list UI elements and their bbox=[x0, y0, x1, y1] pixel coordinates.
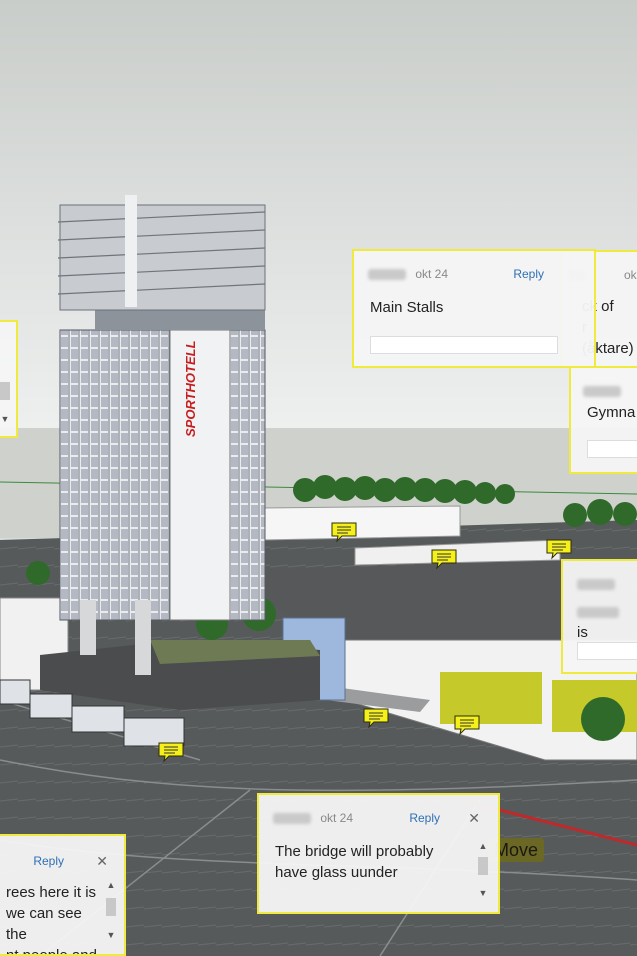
chevron-up-icon[interactable]: ▲ bbox=[476, 841, 490, 851]
reply-link[interactable]: Reply bbox=[33, 854, 64, 868]
reply-input[interactable] bbox=[370, 336, 558, 354]
speech-bubble-icon[interactable] bbox=[330, 521, 358, 543]
comment-scrollbar[interactable]: ▲ ▼ bbox=[104, 880, 118, 940]
comment-date: okt 24 bbox=[320, 811, 354, 825]
scroll-thumb[interactable] bbox=[0, 382, 10, 400]
comment-text-line: The bridge will probably bbox=[275, 843, 434, 860]
reply-link[interactable]: Reply bbox=[513, 267, 544, 281]
white-building bbox=[261, 505, 461, 541]
comment-text-line: nt people and bbox=[6, 947, 97, 956]
comment-header: ok bbox=[577, 577, 637, 593]
chevron-down-icon[interactable]: ▼ bbox=[0, 414, 12, 424]
comment-scrollbar[interactable]: ▼ bbox=[0, 352, 12, 424]
mention-blurred bbox=[577, 606, 619, 618]
comment-body: Main Stalls bbox=[370, 299, 444, 316]
reply-input[interactable] bbox=[577, 642, 637, 660]
comment-card-main-stalls[interactable]: okt 24 Reply Main Stalls bbox=[352, 249, 596, 368]
comment-card-gymnasium[interactable]: okt Gymna bbox=[569, 366, 637, 474]
speech-bubble-icon[interactable] bbox=[545, 538, 573, 560]
comment-card-left-partial[interactable]: ▼ bbox=[0, 320, 18, 438]
author-name-blurred bbox=[577, 579, 615, 591]
reply-input[interactable] bbox=[587, 440, 637, 458]
comment-header: okt 24 Reply ✕ bbox=[273, 810, 488, 827]
comment-header: Reply ✕ bbox=[12, 852, 114, 870]
hotel-sign: SPORTHOTELL bbox=[183, 340, 198, 437]
close-icon[interactable]: ✕ bbox=[468, 810, 480, 827]
author-name-blurred bbox=[273, 813, 311, 825]
speech-bubble-icon[interactable] bbox=[362, 707, 390, 729]
tower-core bbox=[169, 329, 231, 621]
scroll-thumb[interactable] bbox=[478, 857, 488, 875]
author-name-blurred bbox=[368, 269, 406, 281]
comment-date: okt 24 bbox=[415, 267, 449, 281]
comment-card-bridge[interactable]: okt 24 Reply ✕ The bridge will probably … bbox=[257, 793, 500, 914]
speech-bubble-icon[interactable] bbox=[157, 741, 185, 763]
comment-header: okt 24 Reply bbox=[368, 267, 584, 283]
speech-bubble-icon[interactable] bbox=[430, 548, 458, 570]
tower-pilotis-2 bbox=[135, 600, 151, 675]
tower-shaft bbox=[59, 329, 266, 621]
reply-link[interactable]: Reply bbox=[409, 811, 440, 825]
author-name-blurred bbox=[583, 386, 621, 398]
move-label: Move bbox=[494, 840, 538, 860]
comment-text-line: rees here it is bbox=[6, 884, 97, 901]
chevron-down-icon[interactable]: ▼ bbox=[104, 930, 118, 940]
comment-text: is bbox=[577, 624, 588, 641]
comment-card-right-middle[interactable]: ok is bbox=[561, 559, 637, 674]
close-icon[interactable]: ✕ bbox=[96, 853, 108, 870]
tower-crown bbox=[57, 195, 266, 311]
speech-bubble-icon[interactable] bbox=[453, 714, 481, 736]
scroll-thumb[interactable] bbox=[106, 898, 116, 916]
comment-date: ok bbox=[624, 268, 637, 282]
comment-body: rees here it is we can see the nt people… bbox=[6, 882, 104, 956]
comment-text-line: have glass uunder bbox=[275, 864, 398, 881]
comment-card-trees[interactable]: Reply ✕ rees here it is we can see the n… bbox=[0, 834, 126, 956]
comment-text-line: we can see the bbox=[6, 905, 82, 943]
comment-body: is bbox=[577, 601, 621, 643]
tower-pilotis bbox=[80, 600, 96, 655]
chevron-down-icon[interactable]: ▼ bbox=[476, 888, 490, 898]
comment-body: The bridge will probably have glass uund… bbox=[275, 841, 470, 883]
chevron-up-icon[interactable]: ▲ bbox=[104, 880, 118, 890]
comment-header: okt bbox=[583, 384, 637, 400]
comment-scrollbar[interactable]: ▲ ▼ bbox=[476, 841, 490, 898]
comment-body: Gymna bbox=[587, 404, 636, 421]
